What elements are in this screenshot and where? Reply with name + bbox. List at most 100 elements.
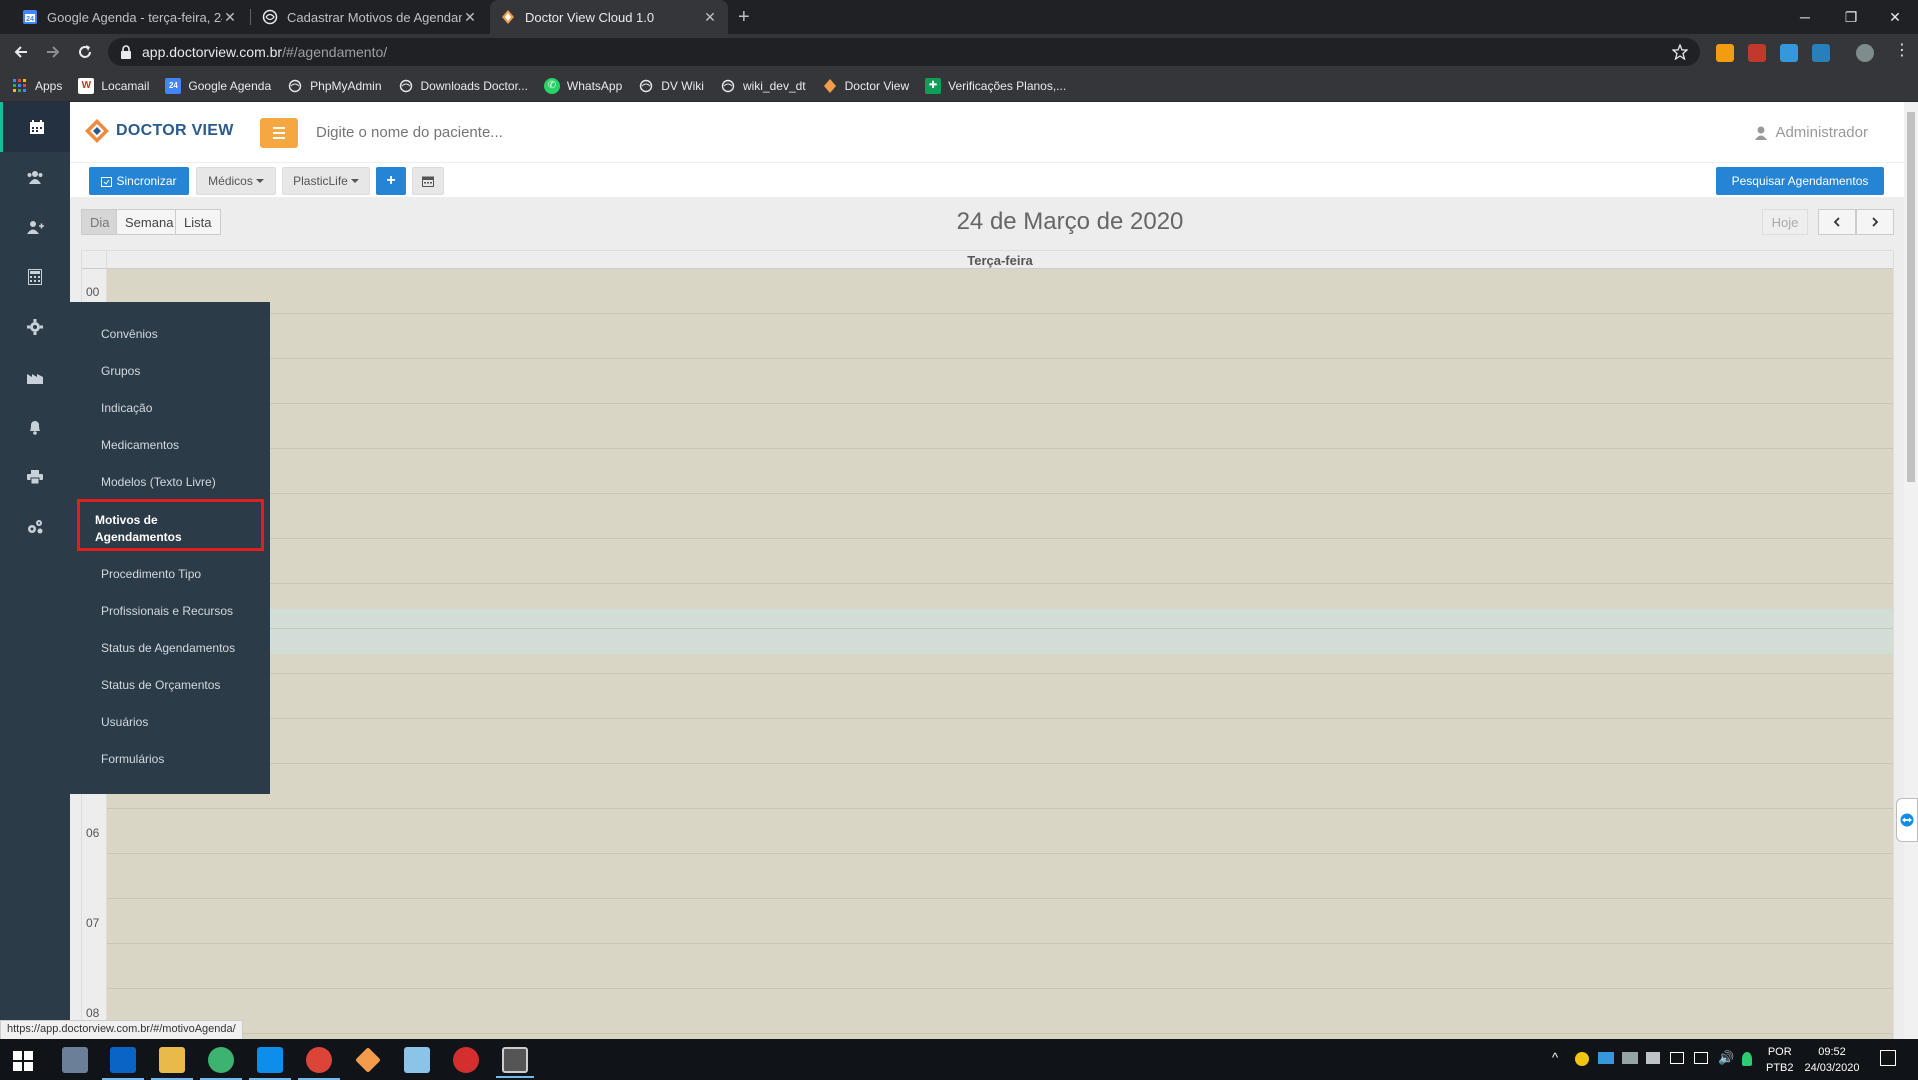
doctor-view-logo[interactable]: DOCTOR VIEW — [84, 118, 234, 144]
back-arrow-icon[interactable] — [12, 43, 30, 61]
star-icon[interactable] — [1672, 44, 1688, 60]
time-slot[interactable] — [107, 494, 1893, 539]
time-slot[interactable] — [107, 899, 1893, 944]
tray-app-icon[interactable] — [1742, 1052, 1752, 1066]
profile-avatar[interactable] — [1856, 44, 1874, 62]
time-slot[interactable] — [107, 629, 1893, 674]
sidebar-industry[interactable] — [0, 352, 70, 402]
time-slot[interactable] — [107, 944, 1893, 989]
previous-day-button[interactable] — [1818, 209, 1856, 235]
page-scrollbar[interactable] — [1904, 102, 1918, 1039]
menu-toggle-button[interactable] — [260, 118, 298, 148]
sidebar-advanced-settings[interactable] — [0, 502, 70, 552]
scrollbar-thumb[interactable] — [1907, 112, 1915, 482]
add-appointment-button[interactable]: + — [376, 167, 406, 195]
time-slot[interactable] — [107, 854, 1893, 899]
tab-cadastrar-motivos[interactable]: Cadastrar Motivos de Agendame ✕ — [252, 0, 488, 34]
windows-start-icon[interactable] — [12, 1050, 34, 1072]
notifications-icon[interactable] — [1880, 1050, 1896, 1066]
next-day-button[interactable] — [1856, 209, 1894, 235]
time-slot[interactable] — [107, 314, 1893, 359]
bookmark-verificacoes[interactable]: ✚ Verificações Planos,... — [925, 77, 1066, 94]
restore-button[interactable]: ❐ — [1828, 0, 1874, 34]
sidebar-add-user[interactable] — [0, 202, 70, 252]
patient-search-input[interactable] — [316, 124, 716, 141]
view-tab-week[interactable]: Semana — [116, 209, 176, 235]
bookmark-dv-wiki[interactable]: DV Wiki — [638, 78, 704, 94]
bookmark-google-agenda[interactable]: 24 Google Agenda — [165, 77, 271, 94]
menu-item-status-orcamentos[interactable]: Status de Orçamentos — [101, 678, 220, 692]
user-menu[interactable]: Administrador — [1755, 124, 1868, 141]
time-slot[interactable] — [107, 989, 1893, 1034]
tray-app-icon[interactable] — [1622, 1052, 1638, 1064]
sidebar-calendar[interactable] — [0, 102, 70, 152]
tray-expand-icon[interactable]: ^ — [1552, 1050, 1558, 1066]
taskbar-app-icon[interactable] — [404, 1047, 430, 1073]
close-tab-icon[interactable]: ✕ — [462, 9, 478, 26]
taskbar-app-icon[interactable] — [200, 1047, 242, 1080]
sidebar-calculator[interactable] — [0, 252, 70, 302]
sidebar-patients[interactable] — [0, 152, 70, 202]
bookmark-apps[interactable]: Apps — [12, 78, 62, 94]
tab-google-agenda[interactable]: 24 Google Agenda - terça-feira, 24 de ✕ — [12, 0, 248, 34]
view-tab-day[interactable]: Dia — [81, 209, 117, 235]
time-slot[interactable] — [107, 269, 1893, 314]
bookmark-whatsapp[interactable]: ✆ WhatsApp — [543, 77, 622, 94]
bookmark-doctor-view[interactable]: Doctor View — [822, 78, 909, 94]
language-indicator[interactable]: POR PTB2 — [1766, 1044, 1794, 1076]
time-slot[interactable] — [107, 359, 1893, 404]
minimize-button[interactable]: ─ — [1782, 0, 1828, 34]
adblock-icon[interactable] — [1748, 44, 1766, 62]
tray-chat-icon[interactable] — [1575, 1052, 1589, 1066]
time-slot[interactable] — [107, 764, 1893, 809]
menu-item-grupos[interactable]: Grupos — [101, 364, 140, 378]
teamviewer-icon[interactable] — [249, 1047, 291, 1080]
menu-item-indicacao[interactable]: Indicação — [101, 401, 152, 415]
tray-app-icon[interactable] — [1598, 1052, 1614, 1064]
view-tab-list[interactable]: Lista — [175, 209, 221, 235]
menu-item-status-agendamentos[interactable]: Status de Agendamentos — [101, 641, 235, 655]
sidebar-notifications[interactable] — [0, 402, 70, 452]
address-bar[interactable]: app.doctorview.com.br/#/agendamento/ — [108, 38, 1700, 66]
browser-menu-icon[interactable]: ⋮ — [1894, 42, 1910, 60]
close-window-button[interactable]: ✕ — [1872, 0, 1918, 34]
sidebar-settings[interactable] — [0, 302, 70, 352]
taskbar-app-icon[interactable] — [62, 1047, 88, 1073]
clinic-dropdown[interactable]: PlasticLife — [282, 167, 370, 195]
chrome-icon[interactable] — [298, 1047, 340, 1080]
menu-item-procedimento-tipo[interactable]: Procedimento Tipo — [101, 567, 201, 581]
reload-icon[interactable] — [76, 43, 94, 61]
close-tab-icon[interactable]: ✕ — [702, 9, 718, 26]
bookmark-locamail[interactable]: W Locamail — [78, 77, 149, 94]
tray-app-icon[interactable] — [1646, 1052, 1660, 1064]
bookmark-downloads-doctor[interactable]: Downloads Doctor... — [398, 78, 528, 94]
volume-icon[interactable]: 🔊 — [1718, 1050, 1734, 1066]
time-slot[interactable] — [107, 584, 1893, 629]
time-slot[interactable] — [107, 449, 1893, 494]
menu-item-profissionais[interactable]: Profissionais e Recursos — [101, 604, 233, 618]
today-button[interactable]: Hoje — [1762, 209, 1808, 235]
search-appointments-button[interactable]: Pesquisar Agendamentos — [1716, 167, 1884, 195]
time-slot[interactable] — [107, 809, 1893, 854]
taskbar-app-icon[interactable] — [496, 1047, 534, 1078]
doctors-dropdown[interactable]: Médicos — [196, 167, 276, 195]
menu-item-medicamentos[interactable]: Medicamentos — [101, 438, 179, 452]
sync-button[interactable]: Sincronizar — [89, 167, 189, 195]
remote-support-widget[interactable] — [1896, 798, 1918, 842]
battery-icon[interactable] — [1670, 1052, 1684, 1064]
forward-arrow-icon[interactable] — [44, 43, 62, 61]
file-explorer-icon[interactable] — [151, 1047, 193, 1080]
menu-item-modelos[interactable]: Modelos (Texto Livre) — [101, 475, 216, 489]
menu-item-convenios[interactable]: Convênios — [101, 327, 158, 341]
new-tab-button[interactable]: + — [738, 7, 750, 27]
sidebar-print[interactable] — [0, 452, 70, 502]
extension-icon[interactable] — [1812, 44, 1830, 62]
time-slot[interactable] — [107, 719, 1893, 764]
time-slot[interactable] — [107, 674, 1893, 719]
outlook-icon[interactable] — [102, 1047, 144, 1080]
system-clock[interactable]: 09:52 24/03/2020 — [1800, 1044, 1864, 1076]
time-slot[interactable] — [107, 404, 1893, 449]
time-slot[interactable] — [107, 539, 1893, 584]
calendar-picker-button[interactable] — [412, 167, 444, 195]
taskbar-app-icon[interactable] — [453, 1047, 479, 1073]
